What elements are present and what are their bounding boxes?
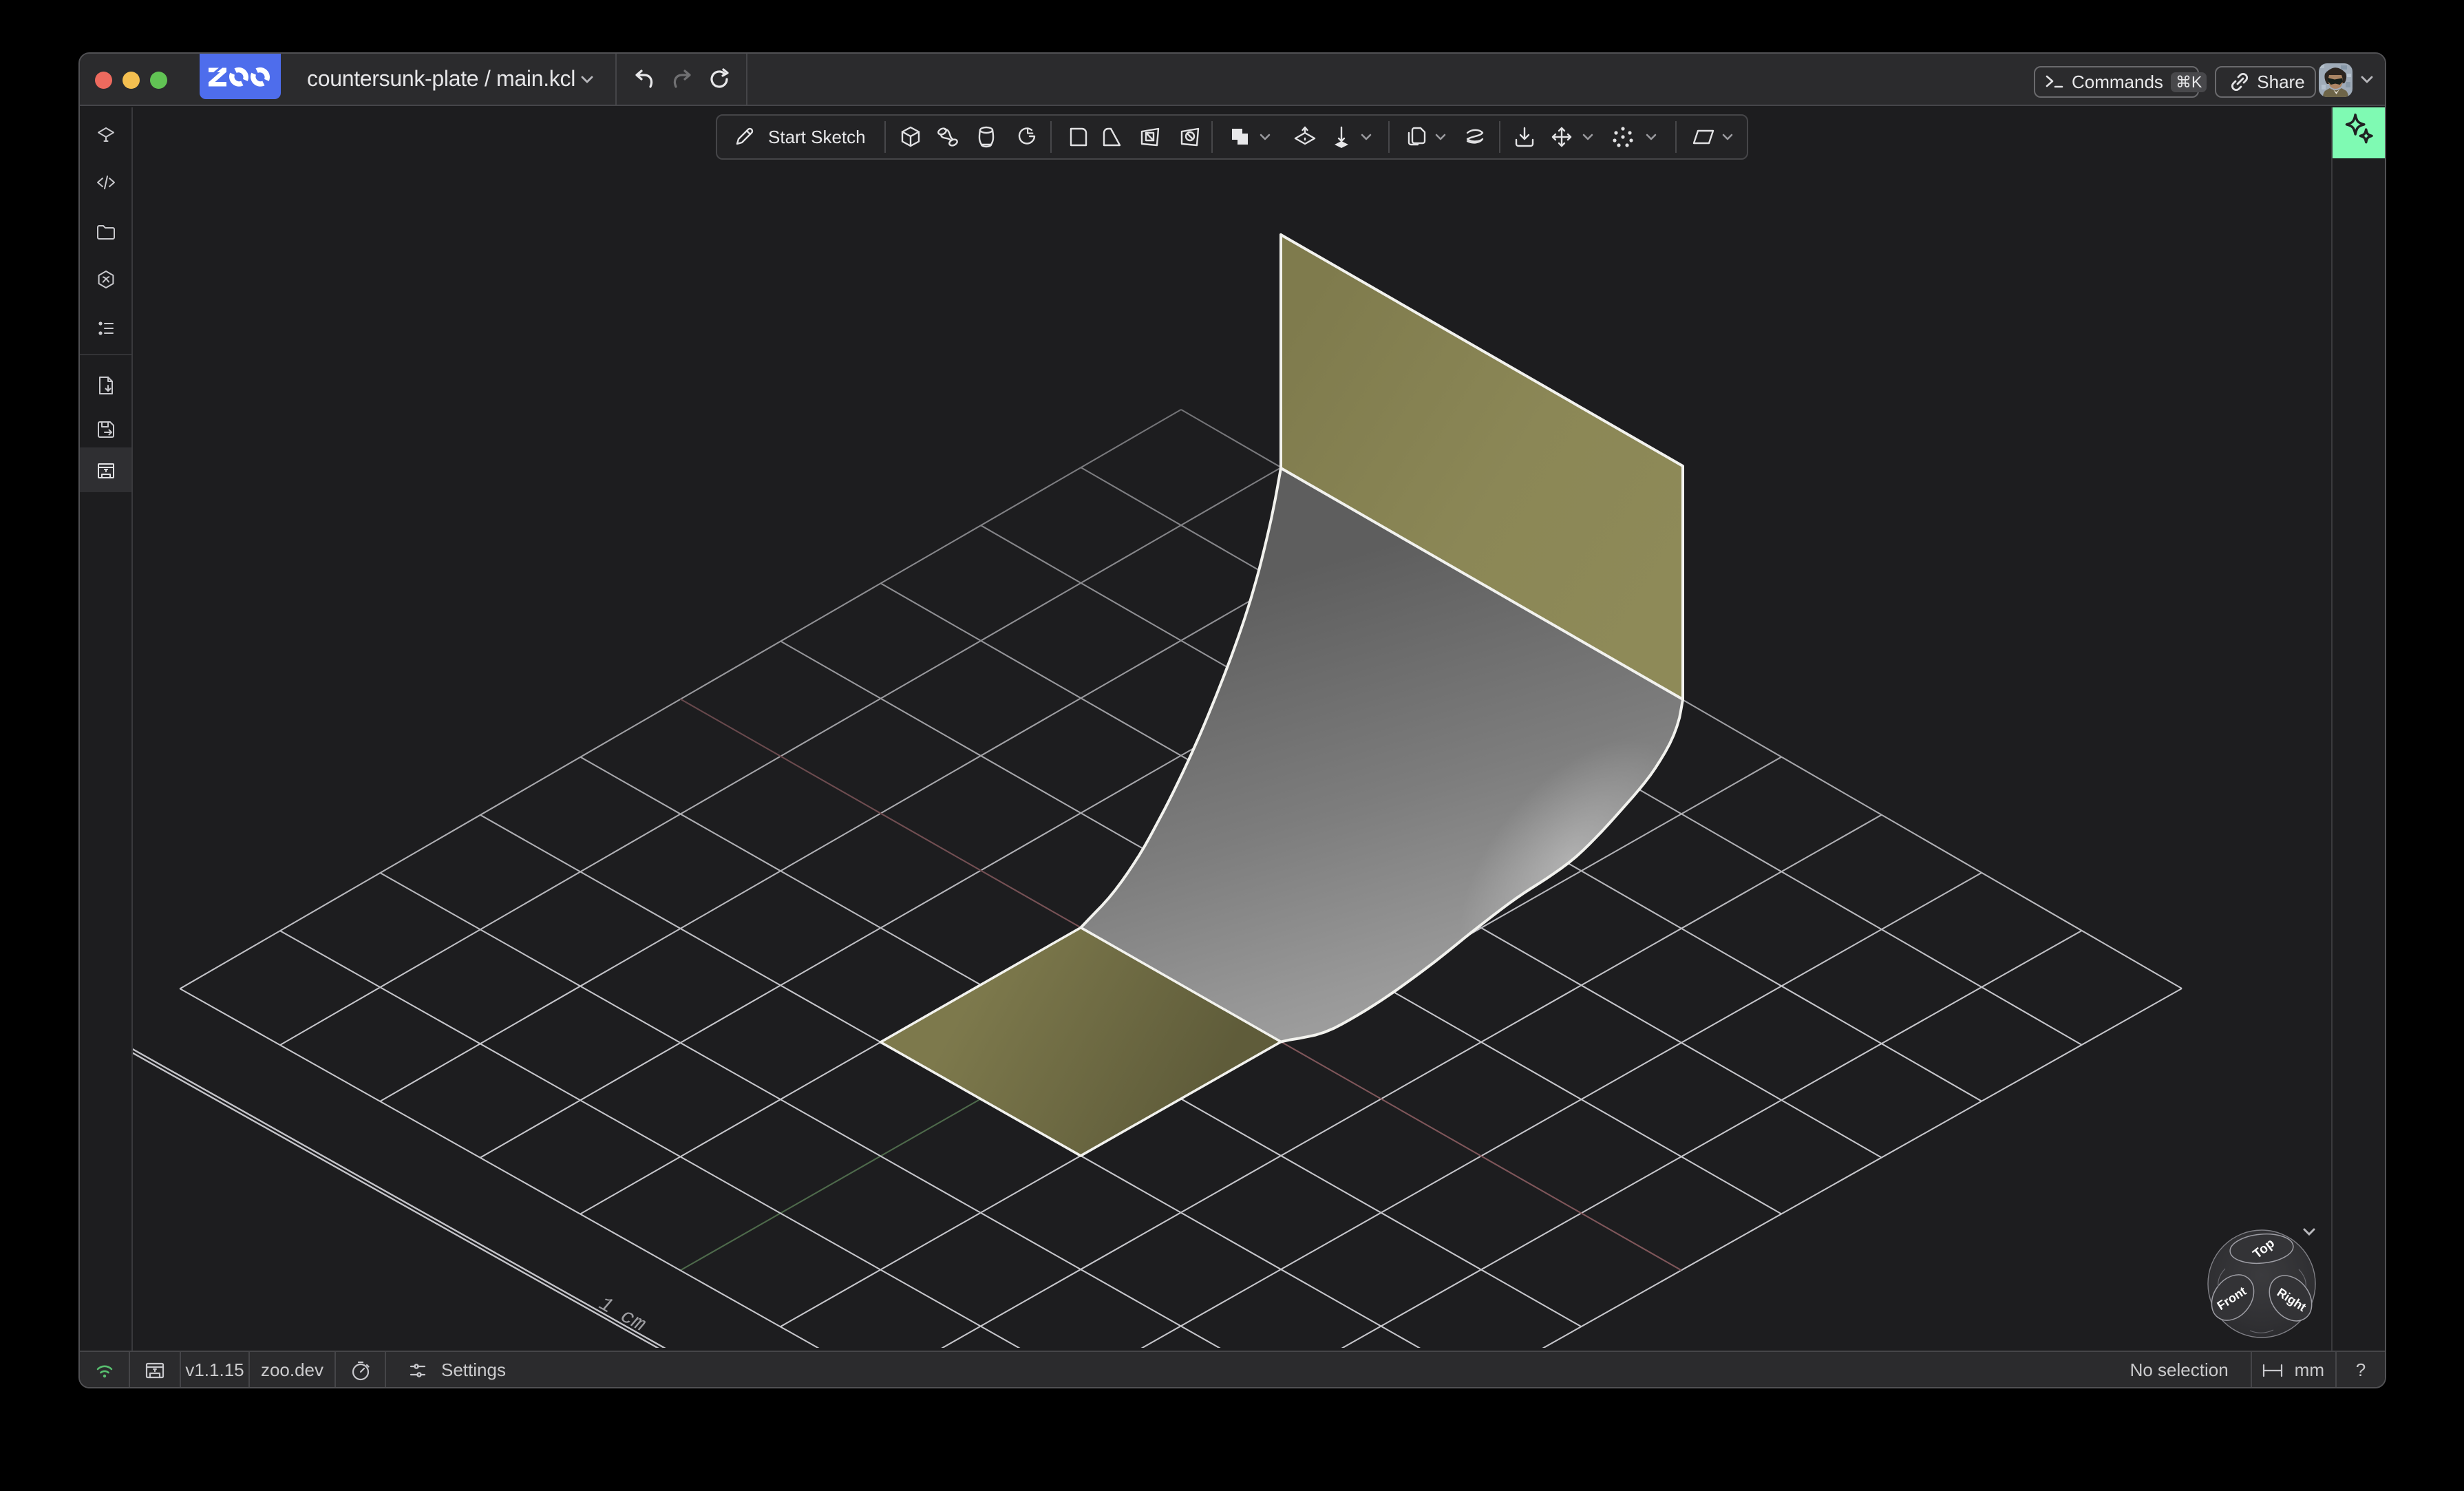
svg-text:1 cm: 1 cm bbox=[595, 1293, 649, 1337]
